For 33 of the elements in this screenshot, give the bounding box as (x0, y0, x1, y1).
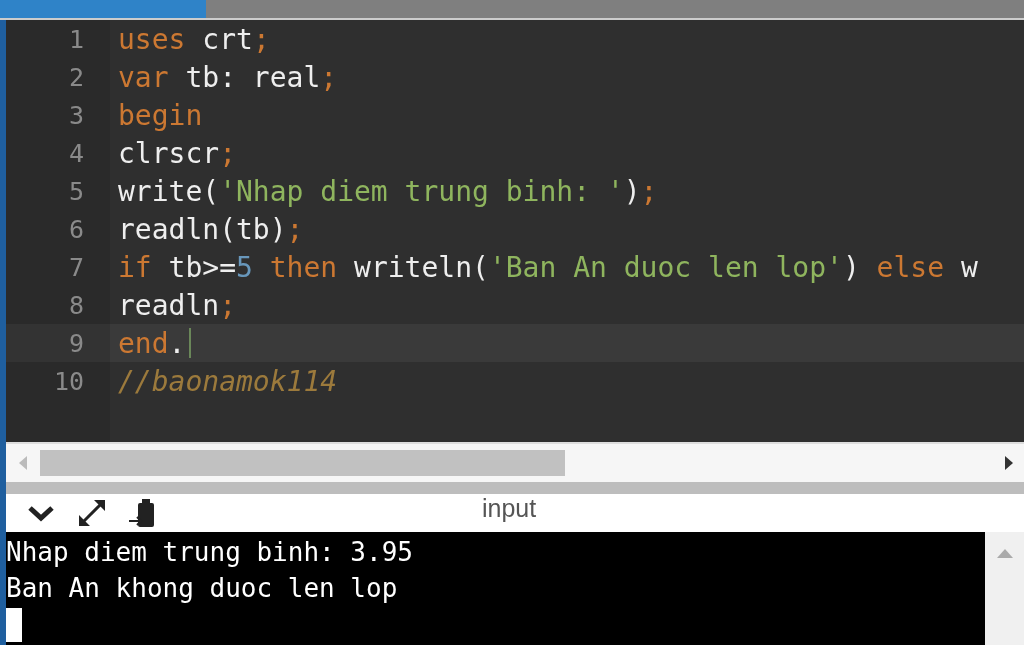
console-title: input (482, 494, 537, 523)
console-cursor (6, 608, 22, 642)
console-line: Ban An khong duoc len lop (6, 572, 399, 605)
code-line: if tb>=5 then writeln('Ban An duoc len lop') else w (118, 250, 978, 284)
line-number: 6 (68, 214, 84, 244)
line-number: 9 (68, 328, 84, 358)
line-number: 8 (68, 290, 84, 320)
text-caret (189, 328, 192, 358)
line-number: 5 (68, 176, 84, 206)
horizontal-scrollbar[interactable] (6, 442, 1024, 482)
code-line: //baonamok114 (118, 364, 338, 398)
scroll-left-icon[interactable] (18, 456, 28, 470)
line-number: 7 (68, 252, 84, 282)
line-number: 3 (68, 100, 84, 130)
expand-icon[interactable] (76, 497, 108, 529)
code-line: readln; (118, 288, 236, 322)
code-line: var tb: real; (118, 60, 338, 94)
code-line: readln(tb); (118, 212, 304, 246)
scroll-right-icon[interactable] (1004, 456, 1014, 470)
console-line: Nhap diem trung binh: 3.95 (6, 536, 414, 569)
code-line: clrscr; (118, 136, 236, 170)
code-line: begin (118, 98, 203, 132)
line-number: 2 (68, 62, 84, 92)
line-number: 10 (53, 366, 84, 396)
code-line: uses crt; (118, 22, 270, 56)
code-line: end. (118, 326, 186, 360)
vertical-scrollbar[interactable] (985, 532, 1024, 645)
code-line: write('Nhap diem trung binh: '); (118, 174, 658, 208)
scroll-up-icon[interactable] (995, 548, 1014, 558)
scrollbar-thumb[interactable] (40, 450, 565, 476)
file-tab[interactable] (0, 0, 206, 18)
line-number: 1 (68, 24, 84, 54)
line-number: 4 (68, 138, 84, 168)
